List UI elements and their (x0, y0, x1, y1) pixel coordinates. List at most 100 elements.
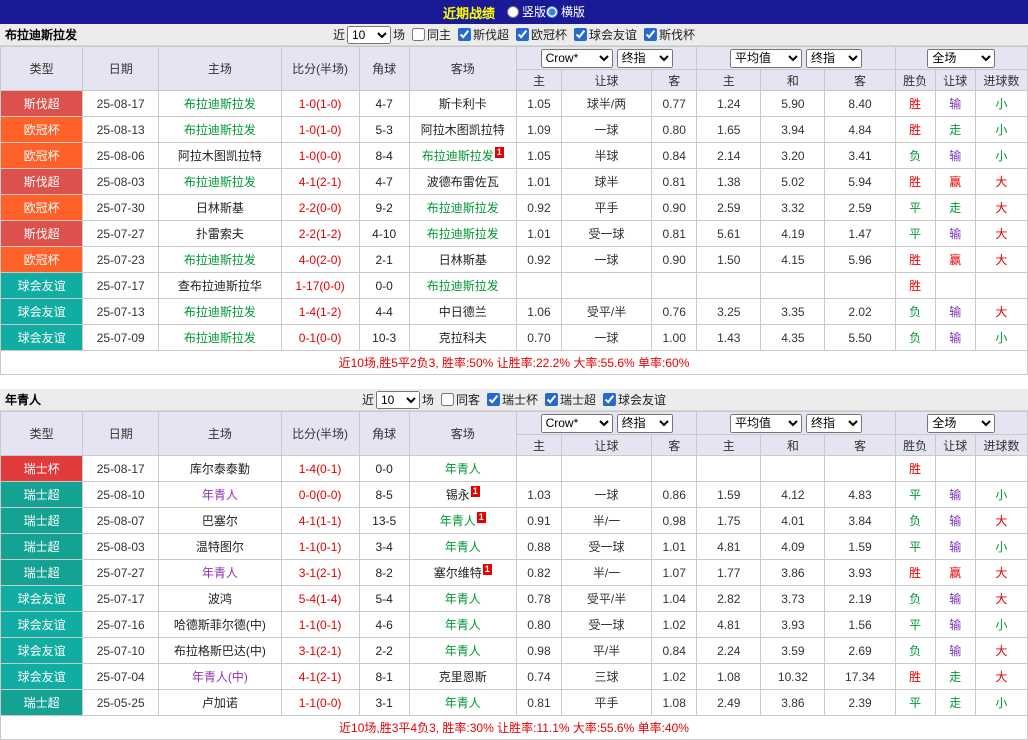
filter-checkbox-0[interactable]: 同主 (411, 26, 451, 43)
sub-col-odds2-2: 客 (824, 69, 896, 91)
odds-value-5: 2.59 (824, 194, 896, 221)
sub-col-odds2-0: 主 (696, 69, 762, 91)
filter-checkbox-label: 球会友谊 (589, 28, 638, 42)
match-filter-bar: 近 10 场 同主 斯伐超 欧冠杯 球会友谊 斯伐杯 (332, 25, 695, 44)
layout-radio-horizontal[interactable]: 横版 (546, 3, 585, 20)
average-select[interactable]: 平均值 (729, 413, 802, 433)
games-unit-label: 场 (392, 28, 405, 42)
layout-radio-vertical[interactable]: 竖版 (506, 3, 546, 20)
result-handicap: 输 (934, 220, 976, 247)
home-team-name: 年青人 (201, 566, 238, 580)
layout-radio-input[interactable] (506, 5, 519, 18)
away-team-cell: 塞尔维特 1 (408, 559, 517, 586)
result-goals: 大 (974, 585, 1028, 612)
odds-value-4: 3.86 (760, 689, 826, 716)
filter-checkbox-input-1[interactable] (457, 28, 471, 41)
red-card-badge: 1 (476, 512, 486, 523)
bookmaker-select[interactable]: Crow* (540, 413, 613, 433)
corner-score: 8-1 (358, 663, 410, 690)
filter-checkbox-2[interactable]: 欧冠杯 (516, 26, 567, 43)
average-select[interactable]: 平均值 (729, 48, 802, 68)
euro-odds-mode-select[interactable]: 终指 (805, 48, 862, 68)
result-handicap: 输 (934, 533, 976, 560)
league-cell: 瑞士超 (0, 689, 84, 716)
odds-value-5: 8.40 (824, 90, 896, 117)
filter-checkbox-input-2[interactable] (545, 393, 559, 406)
scope-select[interactable]: 全场 (927, 48, 996, 68)
odds-value-0: 1.01 (515, 220, 562, 247)
filter-checkbox-input-3[interactable] (603, 393, 617, 406)
odds-value-1 (560, 455, 653, 482)
away-team-cell: 年青人 (408, 689, 517, 716)
filter-checkbox-1[interactable]: 斯伐超 (457, 26, 509, 43)
table-head: 类型 日期 主场 比分(半场) 角球 客场 Crow* 终指 平均值 终指 全场主让球客主和客胜负让… (0, 411, 1028, 456)
filter-checkbox-0[interactable]: 同客 (440, 391, 480, 408)
odds-value-3: 1.65 (696, 116, 762, 143)
odds-value-4: 3.94 (760, 116, 826, 143)
scope-select[interactable]: 全场 (927, 413, 996, 433)
match-score: 1-1(0-1) (280, 533, 360, 560)
odds-value-4: 4.09 (760, 533, 826, 560)
bookmaker-select[interactable]: Crow* (540, 48, 613, 68)
result-handicap: 走 (934, 663, 976, 690)
sub-col-odds1-2: 客 (651, 434, 698, 456)
match-count-select[interactable]: 10 (346, 25, 391, 44)
filter-checkbox-input-0[interactable] (411, 28, 425, 41)
corner-score: 10-3 (358, 324, 410, 351)
away-team-cell: 斯卡利卡 (408, 90, 517, 117)
match-score: 1-0(1-0) (280, 116, 360, 143)
filter-checkbox-input-2[interactable] (516, 28, 530, 41)
match-row: 球会友谊 25-07-04 年青人(中) 4-1(2-1) 8-1 克里恩斯 0.74 三球 1… (0, 663, 1028, 690)
filter-checkbox-2[interactable]: 瑞士超 (545, 391, 596, 408)
match-row: 球会友谊 25-07-17 波鸿 5-4(1-4) 5-4 年青人 0.78 受平/半 1.04… (0, 585, 1028, 612)
odds-value-0: 1.01 (515, 168, 562, 195)
match-date: 25-05-25 (82, 689, 160, 716)
filter-checkbox-3[interactable]: 球会友谊 (603, 391, 666, 408)
filter-checkbox-input-0[interactable] (440, 393, 454, 406)
filter-checkbox-4[interactable]: 斯伐杯 (644, 26, 695, 43)
corner-score: 4-4 (358, 298, 410, 325)
corner-score: 4-7 (358, 168, 410, 195)
result-handicap: 输 (934, 90, 976, 117)
match-count-select[interactable]: 10 (375, 390, 420, 409)
near-label: 近 (332, 28, 345, 42)
euro-odds-mode-select[interactable]: 终指 (805, 413, 862, 433)
filter-checkbox-3[interactable]: 球会友谊 (574, 26, 637, 43)
match-date: 25-07-16 (82, 611, 160, 638)
match-row: 斯伐超 25-08-03 布拉迪斯拉发 4-1(2-1) 4-7 波德布雷佐瓦 1.01 球半… (0, 168, 1028, 195)
result-outcome: 负 (894, 324, 936, 351)
home-team-name: 年青人(中) (191, 670, 248, 684)
match-date: 25-07-13 (82, 298, 160, 325)
filter-checkbox-input-4[interactable] (644, 28, 658, 41)
odds-value-5: 2.02 (824, 298, 896, 325)
odds-value-4: 3.73 (760, 585, 826, 612)
col-header-5: 客场 (408, 46, 517, 91)
odds-value-3: 1.50 (696, 246, 762, 273)
odds-value-0: 0.92 (515, 246, 562, 273)
odds-value-5: 3.93 (824, 559, 896, 586)
layout-radio-input[interactable] (546, 5, 558, 18)
home-team-name: 卢加诺 (201, 696, 238, 710)
filter-checkbox-label: 瑞士超 (560, 393, 597, 407)
games-unit-label: 场 (421, 393, 434, 407)
col-header-4: 角球 (358, 46, 410, 91)
result-outcome: 负 (894, 585, 936, 612)
asian-odds-mode-select[interactable]: 终指 (616, 413, 673, 433)
asian-odds-mode-select[interactable]: 终指 (616, 48, 673, 68)
filter-checkbox-input-1[interactable] (487, 393, 500, 406)
result-handicap (934, 455, 976, 482)
away-team-name: 布拉迪斯拉发 (426, 279, 499, 293)
away-team-name: 年青人 (444, 618, 481, 632)
odds-value-5: 5.94 (824, 168, 896, 195)
home-team-cell: 布拉迪斯拉发 (158, 168, 282, 195)
match-date: 25-07-23 (82, 246, 160, 273)
filter-checkbox-input-3[interactable] (574, 28, 588, 41)
corner-score: 0-0 (358, 455, 410, 482)
away-team-cell: 年青人 1 (408, 507, 517, 534)
odds-value-2: 1.04 (651, 585, 698, 612)
filter-checkbox-1[interactable]: 瑞士杯 (487, 391, 538, 408)
odds-value-1 (560, 272, 653, 299)
away-team-name: 锡永 (445, 488, 470, 502)
home-team-name: 巴塞尔 (201, 514, 238, 528)
odds-value-4: 4.35 (760, 324, 826, 351)
